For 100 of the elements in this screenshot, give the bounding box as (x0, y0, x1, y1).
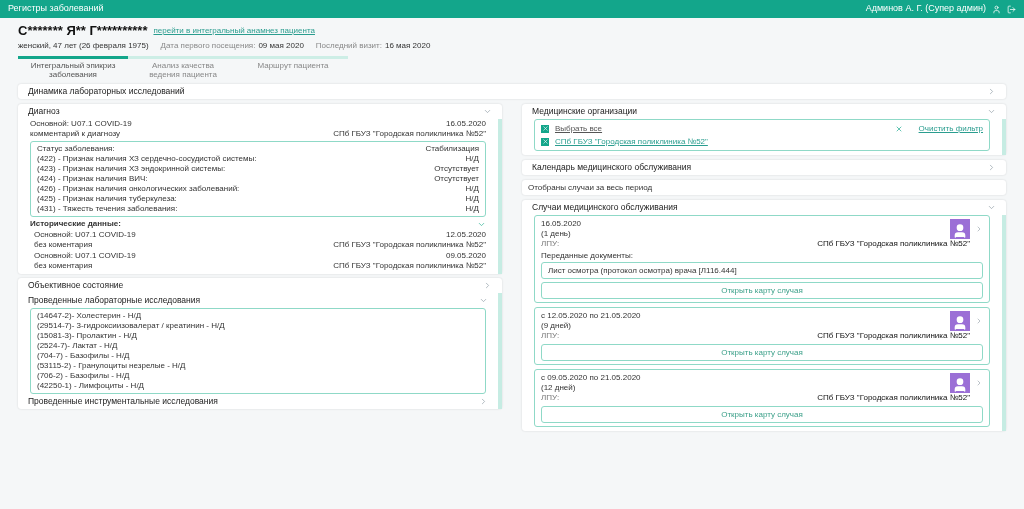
case-period: с 12.05.2020 по 21.05.2020 (541, 311, 641, 321)
logout-icon[interactable] (1007, 4, 1016, 14)
section-header[interactable]: Проведенные лабораторные исследования (18, 293, 498, 308)
avatar-icon (950, 219, 970, 239)
lab-test-item: (2524-7)- Лактат - Н/Д (37, 341, 119, 351)
lpu-label: ЛПУ: (541, 239, 560, 249)
lab-test-item: (53115-2) - Гранулоциты незрелые - Н/Д (37, 361, 187, 371)
lab-test-item: (15081-3)- Пролактин - Н/Д (37, 331, 138, 341)
case-period: с 09.05.2020 по 21.05.2020 (541, 373, 641, 383)
tab[interactable]: Интегральный эпикриз заболевания (18, 56, 128, 79)
checkbox[interactable] (541, 124, 549, 133)
sign-label: (431) - Тяжесть течения заболевания: (37, 204, 178, 214)
first-visit-value: 09 мая 2020 (258, 40, 304, 52)
diagnosis-main: Основной: U07.1 COVID-19 (30, 119, 132, 129)
clear-icon[interactable] (894, 124, 903, 133)
section-header[interactable]: Календарь медицинского обслуживания (522, 160, 1006, 175)
sign-value: Н/Д (465, 154, 479, 164)
chevron-right-icon[interactable] (975, 225, 983, 233)
first-visit-label: Дата первого посещения: (160, 40, 256, 52)
lab-test-item: (42250-1) - Лимфоциты - Н/Д (37, 381, 146, 391)
sign-label: (422) - Признак наличия ХЗ сердечно-сосудистой системы: (37, 154, 257, 164)
scrollbar[interactable] (1002, 215, 1006, 431)
patient-name: С******* Я** Г********** (18, 24, 148, 37)
lpu-label: ЛПУ: (541, 393, 560, 403)
user-name: Админов А. Г. (Супер админ) (865, 2, 986, 16)
lpu-name: СПб ГБУЗ "Городская поликлиника №52" (817, 239, 970, 249)
lab-test-item: (29514-7)- 3-гидроксиизовалерат / креатинин - Н/Д (37, 321, 226, 331)
history-title: Исторические данные: (30, 219, 121, 229)
history-org: СПб ГБУЗ "Городская поликлиника №52" (333, 261, 486, 271)
section-header[interactable]: Диагноз (18, 104, 502, 119)
sign-label: (426) - Признак наличия онкологических заболеваний: (37, 184, 240, 194)
history-comment: без коментария (34, 240, 94, 250)
chevron-down-icon[interactable] (987, 107, 996, 116)
chevron-right-icon[interactable] (975, 379, 983, 387)
sign-label: Статус заболевания: (37, 144, 115, 154)
patient-info: женский, 47 лет (26 февраля 1975) (18, 40, 149, 52)
chevron-right-icon[interactable] (987, 87, 996, 96)
sign-value: Н/Д (465, 184, 479, 194)
section-title: Проведенные инструментальные исследования (28, 395, 218, 408)
section-header[interactable]: Динамика лабораторных исследований (18, 84, 1006, 99)
chevron-down-icon[interactable] (987, 203, 996, 212)
section-header[interactable]: Объективное состояние (18, 278, 502, 293)
section-title: Динамика лабораторных исследований (28, 85, 185, 98)
lpu-name: СПб ГБУЗ "Городская поликлиника №52" (817, 393, 970, 403)
checkbox[interactable] (541, 137, 549, 146)
diagnosis-date: 16.05.2020 (445, 119, 486, 129)
sign-value: Отсутствует (434, 164, 479, 174)
tab-label: Маршрут пациента (256, 61, 330, 70)
last-visit-label: Последний визит: (315, 40, 382, 52)
documents-title: Переданные документы: (541, 251, 634, 261)
select-all-link[interactable]: Выбрать все (555, 122, 603, 135)
organization-link[interactable]: СПб ГБУЗ "Городская поликлиника №52" (555, 135, 708, 148)
chevron-right-icon[interactable] (975, 317, 983, 325)
chevron-right-icon[interactable] (987, 163, 996, 172)
chevron-right-icon[interactable] (479, 397, 488, 406)
section-header[interactable]: Проведенные инструментальные исследования (18, 394, 498, 409)
lpu-label: ЛПУ: (541, 331, 560, 341)
chevron-down-icon[interactable] (483, 107, 492, 116)
sign-value: Стабилизация (425, 144, 479, 154)
tab-label: Интегральный эпикриз заболевания (29, 61, 117, 79)
document-item[interactable]: Лист осмотра (протокол осмотра) врача [Л116.444] (541, 262, 983, 279)
section-title: Диагноз (28, 105, 60, 118)
history-comment: без коментария (34, 261, 94, 271)
scrollbar[interactable] (498, 119, 502, 274)
avatar-icon (950, 311, 970, 331)
chevron-down-icon[interactable] (479, 296, 488, 305)
scrollbar[interactable] (498, 293, 502, 409)
lpu-name: СПб ГБУЗ "Городская поликлиника №52" (817, 331, 970, 341)
history-org: СПб ГБУЗ "Городская поликлиника №52" (333, 240, 486, 250)
sign-value: Н/Д (465, 204, 479, 214)
case-period: 16.05.2020 (541, 219, 582, 229)
history-diagnosis: Основной: U07.1 COVID-19 (34, 230, 136, 240)
section-header[interactable]: Случаи медицинского обслуживания (522, 200, 1006, 215)
history-diagnosis: Основной: U07.1 COVID-19 (34, 251, 136, 261)
lab-test-item: (14647-2)- Холестерин - Н/Д (37, 311, 143, 321)
lab-test-item: (704-7) - Базофилы - Н/Д (37, 351, 131, 361)
section-title: Медицинские организации (532, 105, 638, 118)
history-date: 09.05.2020 (445, 251, 486, 261)
section-title: Календарь медицинского обслуживания (532, 161, 692, 174)
diagnosis-comment: комментарий к диагнозу (30, 129, 122, 139)
last-visit-value: 16 мая 2020 (385, 40, 431, 52)
case-duration: (12 дней) (541, 383, 577, 393)
tab[interactable]: Маршрут пациента (238, 56, 348, 79)
section-title: Случаи медицинского обслуживания (532, 201, 678, 214)
case-duration: (9 дней) (541, 321, 572, 331)
section-header[interactable]: Медицинские организации (522, 104, 1006, 119)
sign-label: (423) - Признак наличия ХЗ эндокринной системы: (37, 164, 226, 174)
scrollbar[interactable] (1002, 119, 1006, 155)
lab-test-item: (706-2) - Базофилы - Н/Д (37, 371, 131, 381)
chevron-right-icon[interactable] (483, 281, 492, 290)
section-title: Объективное состояние (28, 279, 124, 292)
user-icon[interactable] (992, 4, 1001, 14)
sign-value: Отсутствует (434, 174, 479, 184)
section-title: Проведенные лабораторные исследования (28, 294, 201, 307)
sign-value: Н/Д (465, 194, 479, 204)
clear-filter-link[interactable]: Очистить фильтр (918, 122, 983, 135)
avatar-icon (950, 373, 970, 393)
tab-label: Анализ качества ведения пациента (148, 61, 218, 79)
tab[interactable]: Анализ качества ведения пациента (128, 56, 238, 79)
case-duration: (1 день) (541, 229, 572, 239)
